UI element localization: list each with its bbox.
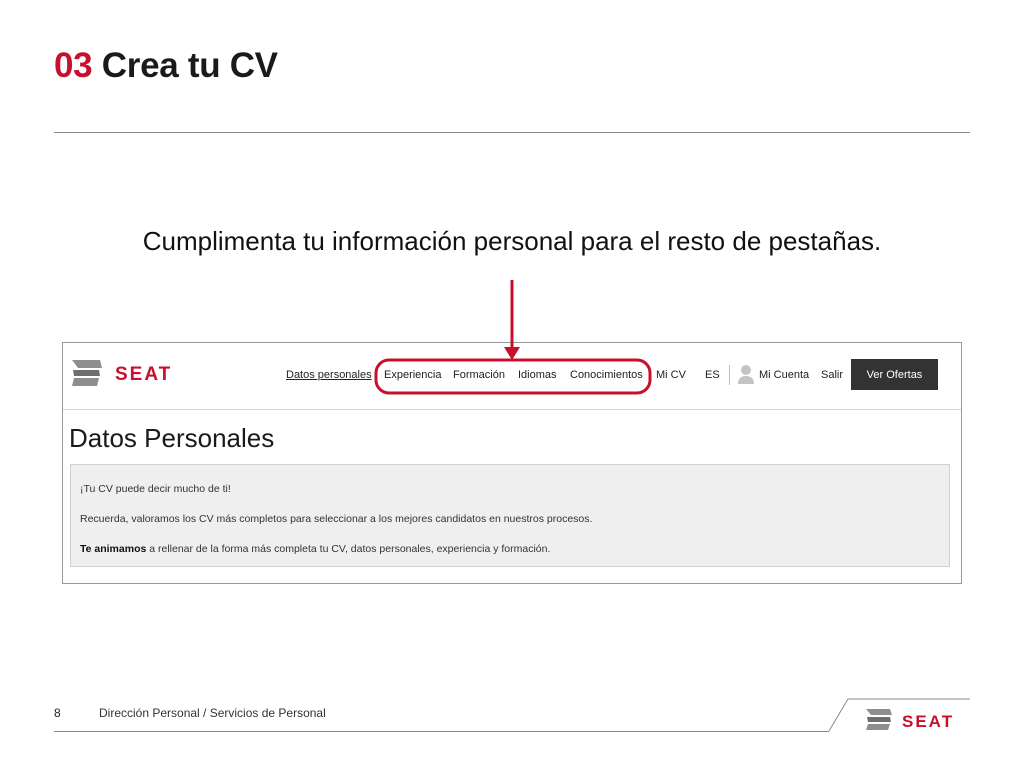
footer-logo-frame: SEAT [828, 698, 970, 732]
seat-emblem-icon [866, 709, 892, 730]
footer-seat-logo: SEAT [866, 709, 954, 731]
footer-logo-text: SEAT [902, 712, 954, 731]
footer-text: Dirección Personal / Servicios de Person… [99, 706, 326, 720]
page-number: 8 [54, 706, 61, 720]
